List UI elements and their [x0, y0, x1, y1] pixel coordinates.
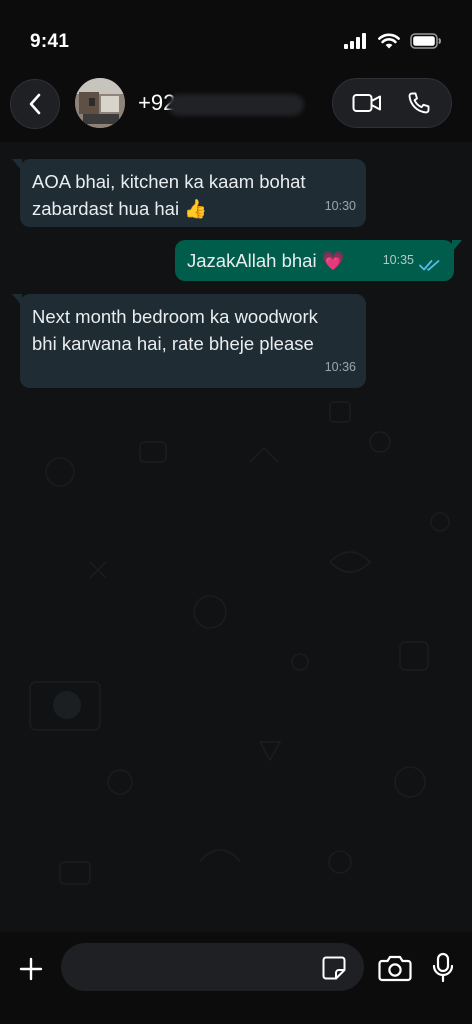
avatar-photo	[75, 78, 125, 128]
status-icons	[344, 33, 442, 49]
phone-icon	[408, 92, 430, 114]
read-receipt-icon	[419, 260, 440, 271]
chat-screen: 9:41 +92 AOA bhai, kitchen ka kaam bohat…	[0, 0, 472, 1024]
microphone-icon[interactable]	[431, 952, 455, 984]
back-button[interactable]	[10, 79, 60, 129]
wifi-icon	[378, 33, 400, 49]
video-camera-icon	[352, 94, 381, 112]
video-call-button[interactable]	[351, 91, 383, 115]
status-time: 9:41	[30, 31, 70, 52]
redacted-phone-number	[168, 94, 304, 116]
plus-icon	[19, 957, 43, 981]
message-text: AOA bhai, kitchen ka kaam bohat zabardas…	[32, 171, 306, 219]
attach-button[interactable]	[16, 954, 46, 984]
cellular-signal-icon	[344, 33, 366, 49]
message-input[interactable]	[61, 943, 364, 991]
contact-avatar[interactable]	[75, 78, 125, 128]
battery-icon	[410, 33, 441, 49]
bubble-tail	[12, 294, 22, 306]
message-bubble-outgoing[interactable]: JazakAllah bhai 💗 10:35	[175, 240, 462, 281]
message-time: 10:36	[324, 360, 356, 374]
bubble-tail	[12, 159, 22, 171]
composer-bar	[0, 932, 472, 1024]
message-list[interactable]: AOA bhai, kitchen ka kaam bohat zabardas…	[0, 142, 472, 932]
message-bubble-incoming[interactable]: AOA bhai, kitchen ka kaam bohat zabardas…	[12, 159, 366, 227]
voice-call-button[interactable]	[405, 90, 433, 116]
message-text: Next month bedroom ka woodwork bhi karwa…	[32, 306, 318, 354]
camera-icon[interactable]	[378, 954, 412, 982]
sticker-icon[interactable]	[321, 955, 347, 981]
bubble-tail	[452, 240, 462, 252]
message-text: JazakAllah bhai 💗	[187, 250, 345, 271]
message-bubble-incoming[interactable]: Next month bedroom ka woodwork bhi karwa…	[12, 294, 366, 388]
call-actions	[332, 78, 452, 128]
message-time: 10:30	[324, 199, 356, 213]
message-time: 10:35	[382, 253, 414, 267]
chat-header: +92	[0, 66, 472, 142]
status-bar: 9:41	[0, 0, 472, 66]
chevron-left-icon	[29, 93, 41, 115]
